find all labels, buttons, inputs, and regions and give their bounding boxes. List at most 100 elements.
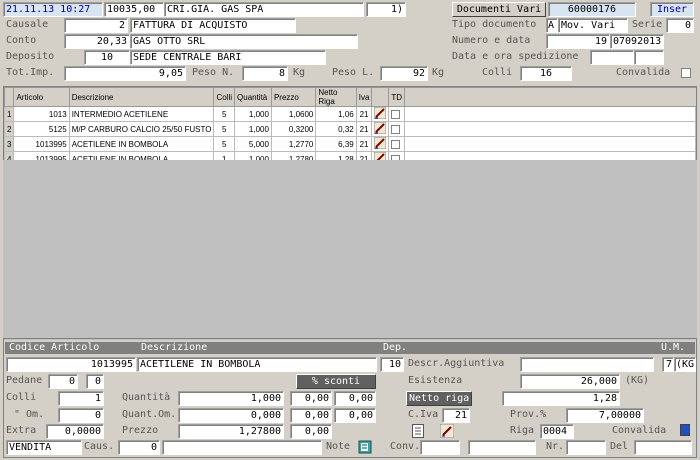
extra-field[interactable]: 0,0000 xyxy=(46,424,104,439)
articles-grid[interactable]: Articolo Descrizione Colli Quantità Prez… xyxy=(3,86,697,167)
colli-detail-field[interactable]: 1 xyxy=(58,391,104,406)
conv-field-b[interactable] xyxy=(468,440,536,455)
kg-label-1: Kg xyxy=(293,67,306,78)
sconto2-field[interactable]: 0,00 xyxy=(334,391,376,406)
esistenza-unit: (KG) xyxy=(625,375,650,386)
col-prezzo[interactable]: Prezzo xyxy=(270,87,317,107)
serie-label: Serie xyxy=(632,19,663,30)
colli-label: Colli xyxy=(482,67,513,78)
documenti-vari-button[interactable]: Documenti Vari xyxy=(452,2,546,17)
quantita-field[interactable]: 1,000 xyxy=(178,391,284,406)
spedizione-time-field[interactable] xyxy=(634,50,664,65)
cell-colli: 5 xyxy=(213,121,236,137)
cell-prezzo: 0,3200 xyxy=(270,121,317,137)
peso-n-label: Peso N. xyxy=(192,67,235,78)
del-field[interactable] xyxy=(634,440,692,455)
codice-articolo-field[interactable]: 1013995 xyxy=(6,357,136,372)
col-descrizione[interactable]: Descrizione xyxy=(68,87,215,107)
sconto4-field[interactable]: 0,00 xyxy=(334,408,376,423)
cell-td-checkbox[interactable] xyxy=(388,121,406,137)
sconti-button[interactable]: % sconti xyxy=(296,374,376,389)
dep-field[interactable]: 10 xyxy=(380,357,404,372)
table-row[interactable]: 3 1013995 ACETILENE IN BOMBOLA 5 5,000 1,2770… xyxy=(3,136,696,152)
cell-colli: 5 xyxy=(213,106,236,122)
note-book-icon[interactable] xyxy=(358,440,372,454)
cell-articolo: 1013 xyxy=(13,106,70,122)
col-colli[interactable]: Colli xyxy=(213,87,236,107)
esistenza-field: 26,000 xyxy=(520,374,620,389)
articles-table: Articolo Descrizione Colli Quantità Prez… xyxy=(3,87,696,167)
row-edit-icon[interactable] xyxy=(371,136,390,152)
conto-field[interactable]: 20,33 xyxy=(64,34,130,49)
col-articolo[interactable]: Articolo xyxy=(13,87,70,107)
sconto3-field[interactable]: 0,00 xyxy=(290,408,332,423)
data-field[interactable]: 07092013 xyxy=(610,34,664,49)
um-header-label: U.M. xyxy=(661,342,686,353)
cell-quantita: 5,000 xyxy=(234,136,272,152)
netto-riga-button: Netto riga xyxy=(406,391,472,406)
quant-om-field[interactable]: 0,000 xyxy=(178,408,284,423)
serie-field[interactable]: 0 xyxy=(666,18,694,33)
convalida-checkbox[interactable] xyxy=(681,68,691,78)
sconto1-field[interactable]: 0,00 xyxy=(290,391,332,406)
col-netto-riga[interactable]: Netto Riga xyxy=(315,87,357,107)
prezzo-field[interactable]: 1,27800 xyxy=(178,424,284,439)
riga-label: Riga xyxy=(510,425,535,436)
um-field[interactable]: 7 xyxy=(662,357,674,372)
descrizione-field[interactable]: ACETILENE IN BOMBOLA xyxy=(137,357,377,372)
cell-netto-riga: 6,39 xyxy=(315,136,357,152)
cell-td-checkbox[interactable] xyxy=(388,106,406,122)
cell-filler xyxy=(404,136,696,152)
deposito-label: Deposito xyxy=(6,51,55,62)
conto-desc-field: GAS OTTO SRL xyxy=(130,34,358,49)
omaggio-field[interactable]: 0 xyxy=(58,408,104,423)
row-number: 1 xyxy=(3,106,15,122)
numero-field[interactable]: 19 xyxy=(546,34,610,49)
col-quantita[interactable]: Quantità xyxy=(234,87,272,107)
caus-label: Caus. xyxy=(84,441,115,452)
row-edit-icon[interactable] xyxy=(371,121,390,137)
colli-detail-label: Colli xyxy=(6,392,37,403)
convalida-detail-label: Convalida xyxy=(612,425,667,436)
sconto5-field[interactable]: 0,00 xyxy=(290,424,332,439)
convalida-detail-checkbox[interactable] xyxy=(680,424,690,436)
peso-l-field[interactable]: 92 xyxy=(380,66,428,81)
descr-aggiuntiva-field[interactable] xyxy=(520,357,654,372)
omaggio-label: " Om. xyxy=(14,409,45,420)
colli-field[interactable]: 16 xyxy=(520,66,572,81)
row-number: 3 xyxy=(3,136,15,152)
caus-field[interactable]: 0 xyxy=(118,440,160,455)
numero-data-label: Numero e data xyxy=(452,35,531,46)
table-row[interactable]: 2 5125 M/P CARBURO CALCIO 25/50 FUSTO 5 1,00… xyxy=(3,121,696,137)
col-td[interactable]: TD xyxy=(388,87,406,107)
prezzo-label: Prezzo xyxy=(122,425,159,436)
causale-code-field[interactable]: 2 xyxy=(64,18,128,33)
account-code-field[interactable]: 10035,00 xyxy=(104,2,164,17)
codice-articolo-label: Codice Articolo xyxy=(9,342,100,353)
cell-td-checkbox[interactable] xyxy=(388,136,406,152)
extra-label: Extra xyxy=(6,425,37,436)
spedizione-date-field[interactable] xyxy=(590,50,634,65)
pedane-field-b[interactable]: 0 xyxy=(86,374,104,389)
document-icon[interactable] xyxy=(412,424,424,438)
col-iva[interactable]: Iva xyxy=(355,87,373,107)
cell-colli: 5 xyxy=(213,136,236,152)
edit-pencil-icon[interactable] xyxy=(439,423,455,439)
pedane-field-a[interactable]: 0 xyxy=(48,374,78,389)
quantita-label: Quantità xyxy=(122,392,171,403)
prov-field[interactable]: 7,00000 xyxy=(566,408,644,423)
doc-number-field: 60000176 xyxy=(548,2,636,17)
cell-netto-riga: 1,06 xyxy=(315,106,357,122)
table-row[interactable]: 1 1013 INTERMEDIO ACETILENE 5 1,000 1,0600 1,0… xyxy=(3,106,696,122)
conv-field-a[interactable] xyxy=(420,440,460,455)
tipo-code-field[interactable]: A xyxy=(546,18,558,33)
nr-field[interactable] xyxy=(566,440,606,455)
row-edit-icon[interactable] xyxy=(371,106,390,122)
footer-text-field[interactable] xyxy=(162,440,322,455)
cell-articolo: 5125 xyxy=(13,121,70,137)
deposito-code-field[interactable]: 10 xyxy=(84,50,130,65)
del-label: Del xyxy=(610,441,629,452)
peso-n-field[interactable]: 8 xyxy=(242,66,288,81)
cell-prezzo: 1,0600 xyxy=(270,106,317,122)
civa-field[interactable]: 21 xyxy=(442,408,470,423)
